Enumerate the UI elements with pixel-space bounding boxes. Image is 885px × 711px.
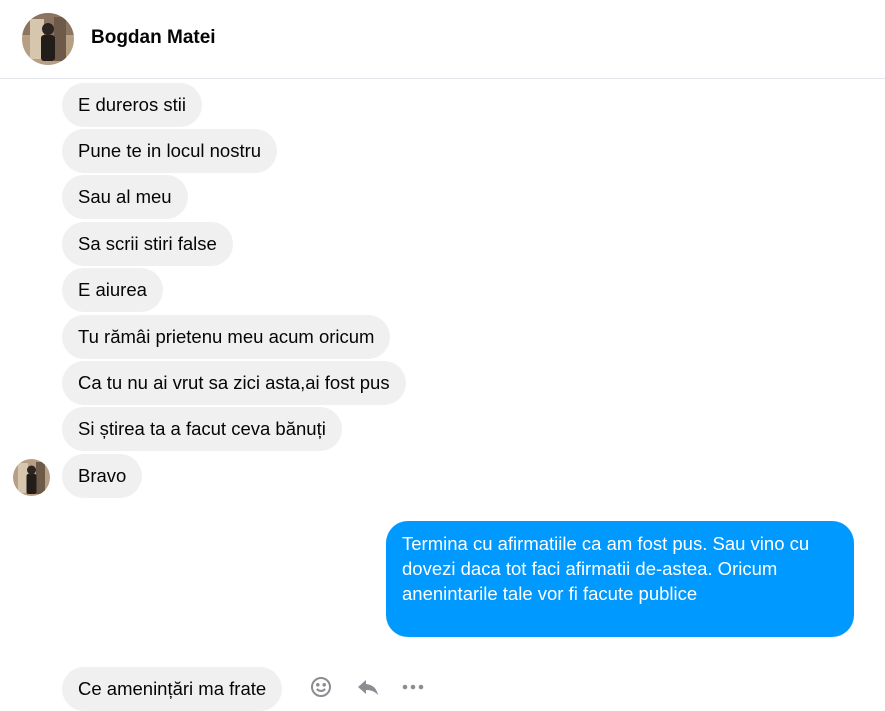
incoming-message[interactable]: Sa scrii stiri false xyxy=(62,222,233,266)
incoming-message[interactable]: Pune te in locul nostru xyxy=(62,129,278,173)
incoming-message[interactable]: Sau al meu xyxy=(62,175,188,219)
incoming-message[interactable]: E aiurea xyxy=(62,268,163,312)
sender-avatar[interactable] xyxy=(13,459,50,496)
incoming-message[interactable]: Tu rămâi prietenu meu acum oricum xyxy=(62,315,391,359)
outgoing-message[interactable]: Termina cu afirmatiile ca am fost pus. S… xyxy=(386,521,854,637)
incoming-message[interactable]: Ca tu nu ai vrut sa zici asta,ai fost pu… xyxy=(62,361,406,405)
message-thread: E dureros stii Pune te in locul nostru S… xyxy=(0,79,885,711)
contact-name[interactable]: Bogdan Matei xyxy=(91,27,216,49)
incoming-message[interactable]: Si știrea ta a facut ceva bănuți xyxy=(62,407,342,451)
incoming-message[interactable]: Bravo xyxy=(62,454,143,498)
reply-icon[interactable] xyxy=(355,674,381,700)
contact-avatar[interactable] xyxy=(22,13,74,65)
more-icon[interactable] xyxy=(400,674,426,700)
incoming-message[interactable]: E dureros stii xyxy=(62,83,202,127)
smile-icon[interactable] xyxy=(308,674,334,700)
conversation-header: Bogdan Matei xyxy=(0,0,885,79)
incoming-message[interactable]: Ce amenințări ma frate xyxy=(62,667,283,711)
